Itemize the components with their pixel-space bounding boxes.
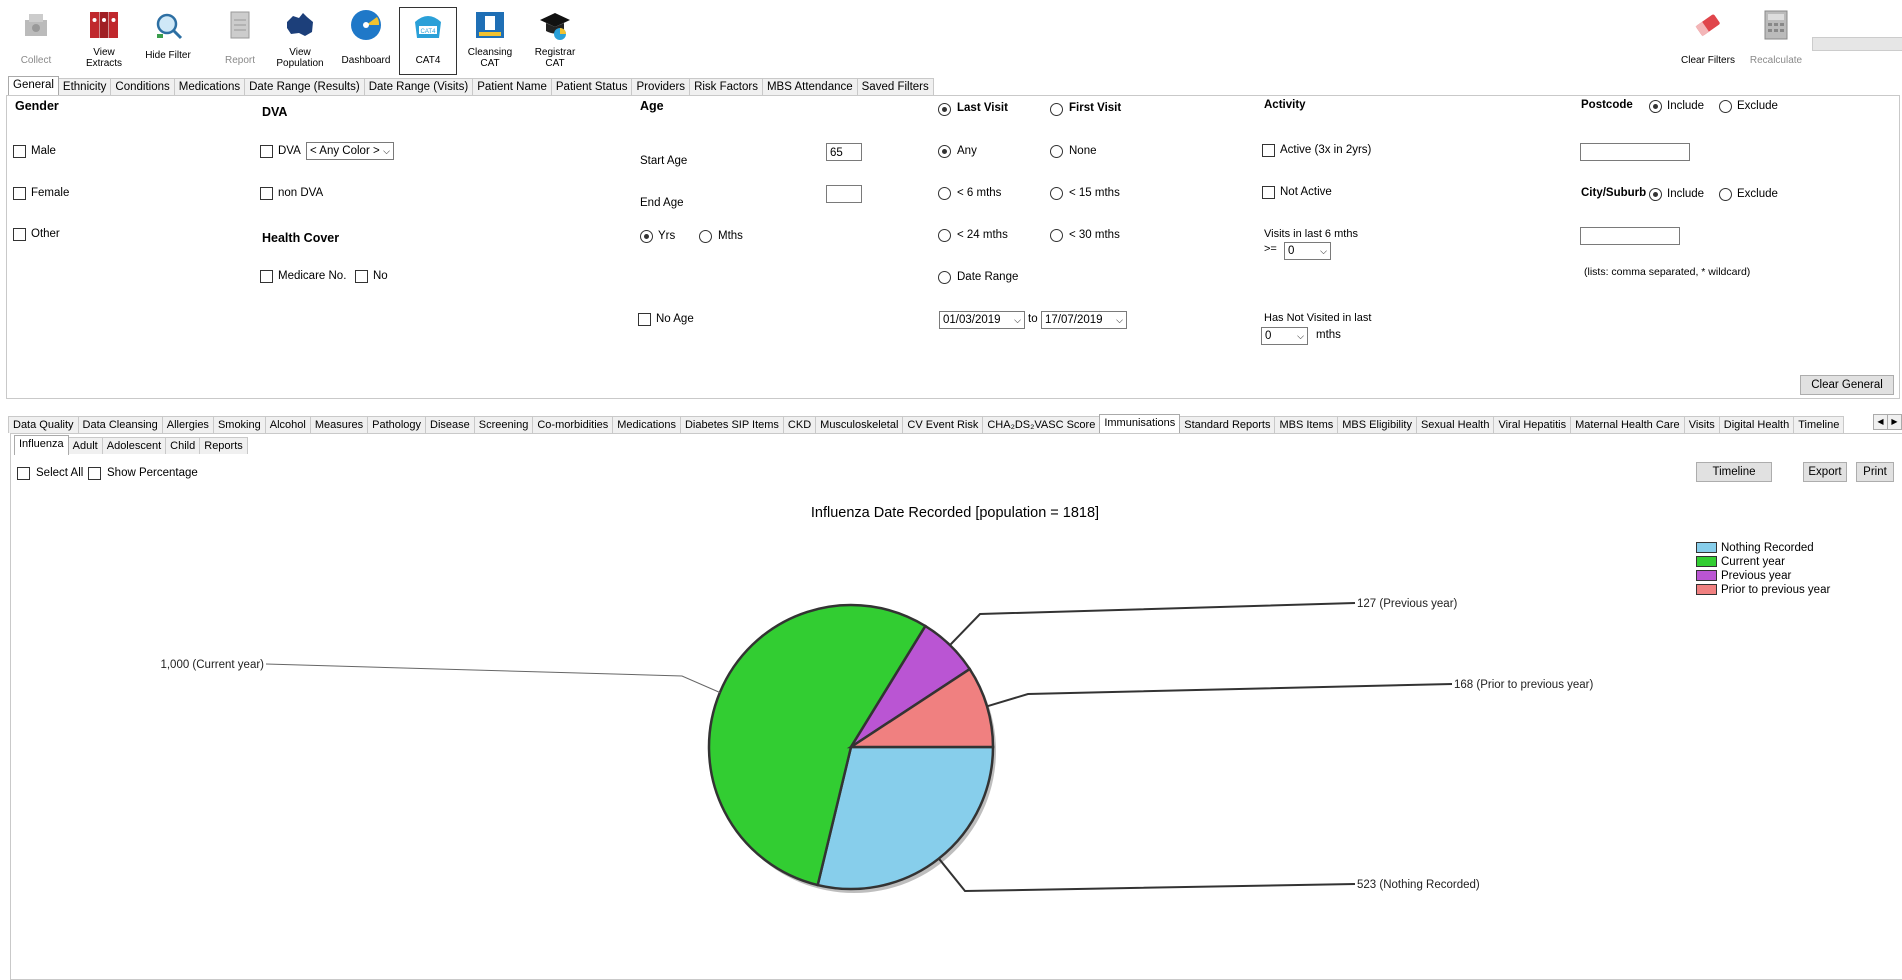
leader-line <box>986 683 1453 708</box>
pie-data-label: 1,000 (Current year) <box>160 659 264 671</box>
pie-data-label: 168 (Prior to previous year) <box>1454 679 1594 691</box>
leader-line <box>938 857 1356 893</box>
leader-line <box>265 663 721 693</box>
leader-line <box>949 602 1356 646</box>
pie-data-label: 523 (Nothing Recorded) <box>1357 879 1480 891</box>
pie-data-label: 127 (Previous year) <box>1357 598 1458 610</box>
pie-chart: 523 (Nothing Recorded) 1,000 (Current yea… <box>160 598 1594 893</box>
